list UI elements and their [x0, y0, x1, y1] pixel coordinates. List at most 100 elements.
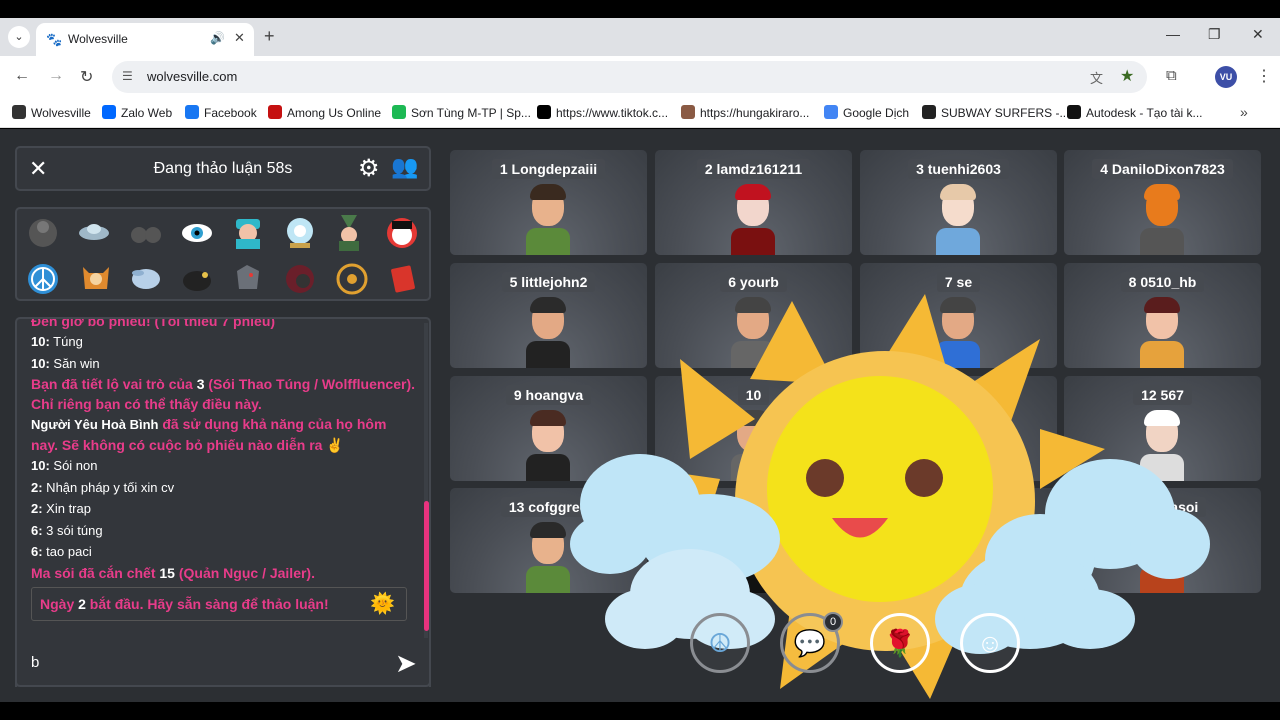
- player-card[interactable]: 3 tuenhi2603: [860, 150, 1057, 255]
- player-name: 1 Longdepzaiii: [450, 159, 647, 179]
- close-window-icon[interactable]: ✕: [1252, 26, 1264, 43]
- send-icon[interactable]: ➤: [395, 648, 417, 679]
- chat-input[interactable]: b: [31, 654, 39, 671]
- chat-log[interactable]: Đến giờ bỏ phiếu! (Tối thiểu 7 phiếu) 10:…: [15, 317, 431, 687]
- crystal-ball-icon[interactable]: [287, 218, 313, 248]
- bookmark-item[interactable]: SUBWAY SURFERS -...: [922, 105, 1069, 120]
- player-name: 10: [655, 385, 852, 405]
- forward-icon[interactable]: →: [48, 67, 64, 85]
- fox-icon[interactable]: [83, 267, 109, 289]
- close-tab-icon[interactable]: ✕: [234, 30, 245, 46]
- doctor-icon[interactable]: [236, 219, 260, 249]
- witch-icon[interactable]: [339, 215, 359, 251]
- offline-label: off: [741, 536, 766, 557]
- binoculars-icon[interactable]: [131, 227, 161, 243]
- speaker-icon[interactable]: 🔊: [210, 31, 225, 45]
- player-card[interactable]: 15: [860, 488, 1057, 593]
- tab-wolvesville[interactable]: 🐾 Wolvesville 🔊 ✕: [36, 23, 254, 56]
- bookmark-item[interactable]: Sơn Tùng M-TP | Sp...: [392, 105, 531, 120]
- player-card[interactable]: 5 littlejohn2: [450, 263, 647, 368]
- player-name: 9 hoangva: [450, 385, 647, 405]
- player-card[interactable]: 2 lamdz161211: [655, 150, 852, 255]
- player-card[interactable]: 7 se: [860, 263, 1057, 368]
- gear-icon[interactable]: ⚙: [358, 154, 380, 183]
- player-number: 2:: [31, 501, 43, 516]
- player-card[interactable]: mfk off: [655, 488, 852, 593]
- emoji-button[interactable]: ☺: [960, 613, 1020, 673]
- bookmark-star-icon[interactable]: ★: [1120, 66, 1134, 86]
- role-icons-svg: [28, 215, 417, 295]
- bookmark-item[interactable]: Wolvesville: [12, 105, 91, 120]
- player-card[interactable]: 13 cofggred: [450, 488, 647, 593]
- avatar-body: [526, 566, 570, 593]
- message-text: tao paci: [42, 544, 92, 559]
- avatar-body: [1140, 228, 1184, 255]
- player-number: 6:: [31, 544, 43, 559]
- black-cat-icon[interactable]: [183, 271, 211, 291]
- player-card[interactable]: 6 yourb: [655, 263, 852, 368]
- player-name: 8 0510_hb: [1064, 272, 1261, 292]
- ufo-icon[interactable]: [79, 224, 109, 240]
- reload-icon[interactable]: ↻: [80, 67, 93, 87]
- player-label: 15: [942, 497, 975, 517]
- bookmark-item[interactable]: Among Us Online: [268, 105, 381, 120]
- player-card[interactable]: 11: [860, 376, 1057, 481]
- minimize-icon[interactable]: —: [1166, 26, 1180, 42]
- bookmark-favicon-icon: [102, 105, 116, 119]
- player-label: 11: [943, 385, 974, 405]
- player-label: mfk: [733, 497, 774, 517]
- red-card-icon[interactable]: [391, 265, 416, 293]
- profile-avatar[interactable]: VU: [1215, 66, 1237, 88]
- player-card[interactable]: 10: [655, 376, 852, 481]
- extensions-icon[interactable]: ⧉: [1166, 67, 1177, 84]
- bookmark-item[interactable]: Zalo Web: [102, 105, 172, 120]
- player-label: 8 0510_hb: [1120, 272, 1205, 292]
- day-notice-a: Ngày: [40, 596, 79, 612]
- player-name: 12 567: [1064, 385, 1261, 405]
- voice-chat-button[interactable]: 💬 0: [780, 612, 843, 673]
- more-bookmarks-icon[interactable]: »: [1240, 104, 1248, 120]
- role-icons-panel: [15, 207, 431, 301]
- target-icon[interactable]: [336, 263, 368, 295]
- site-info-icon[interactable]: ☰: [122, 69, 133, 83]
- player-card[interactable]: 16 bailasoi: [1064, 488, 1261, 593]
- player-card[interactable]: 4 DaniloDixon7823: [1064, 150, 1261, 255]
- translate-icon[interactable]: 文: [1090, 68, 1103, 87]
- restore-icon[interactable]: ❐: [1208, 26, 1221, 43]
- bookmark-favicon-icon: [1067, 105, 1081, 119]
- rose-button[interactable]: 🌹: [870, 613, 930, 673]
- player-card[interactable]: 8 0510_hb: [1064, 263, 1261, 368]
- avatar-body: [731, 341, 775, 368]
- player-name: 4 DaniloDixon7823: [1064, 159, 1261, 179]
- avatar-body: [526, 228, 570, 255]
- players-icon[interactable]: 👥: [391, 154, 418, 180]
- bookmark-item[interactable]: Autodesk - Tạo tài k...: [1067, 105, 1203, 120]
- back-icon[interactable]: ←: [14, 67, 30, 85]
- tab-bar: ⌄ 🐾 Wolvesville 🔊 ✕ + — ❐ ✕: [0, 18, 1280, 56]
- flying-pig-icon[interactable]: [132, 269, 160, 289]
- masked-villager-icon[interactable]: [29, 219, 57, 247]
- omnibox[interactable]: ☰ wolvesville.com 文 ★: [112, 61, 1147, 93]
- player-number: 3: [196, 376, 205, 392]
- vampire-icon[interactable]: [387, 218, 417, 248]
- chat-message: 2: Xin trap: [31, 498, 415, 520]
- bookmark-item[interactable]: https://hungakiraro...: [681, 105, 809, 120]
- tab-search-button[interactable]: ⌄: [8, 26, 30, 48]
- bookmark-item[interactable]: Google Dịch: [824, 105, 909, 120]
- menu-icon[interactable]: ⋮: [1256, 66, 1272, 86]
- peace-action-button[interactable]: ☮: [690, 613, 750, 673]
- bookmark-item[interactable]: Facebook: [185, 105, 257, 120]
- player-card[interactable]: 9 hoangva: [450, 376, 647, 481]
- player-avatar: [520, 410, 576, 481]
- player-card[interactable]: 12 567: [1064, 376, 1261, 481]
- chat-scrollbar[interactable]: [424, 501, 429, 631]
- hooded-wolf-icon[interactable]: [286, 265, 314, 293]
- peace-icon[interactable]: [28, 264, 58, 294]
- werewolf-icon[interactable]: [237, 265, 259, 289]
- seer-eye-icon[interactable]: [182, 224, 212, 242]
- bookmark-item[interactable]: https://www.tiktok.c...: [537, 105, 668, 120]
- new-tab-button[interactable]: +: [264, 26, 275, 47]
- player-number: 10:: [31, 355, 50, 371]
- player-avatar: [520, 297, 576, 368]
- player-card[interactable]: 1 Longdepzaiii: [450, 150, 647, 255]
